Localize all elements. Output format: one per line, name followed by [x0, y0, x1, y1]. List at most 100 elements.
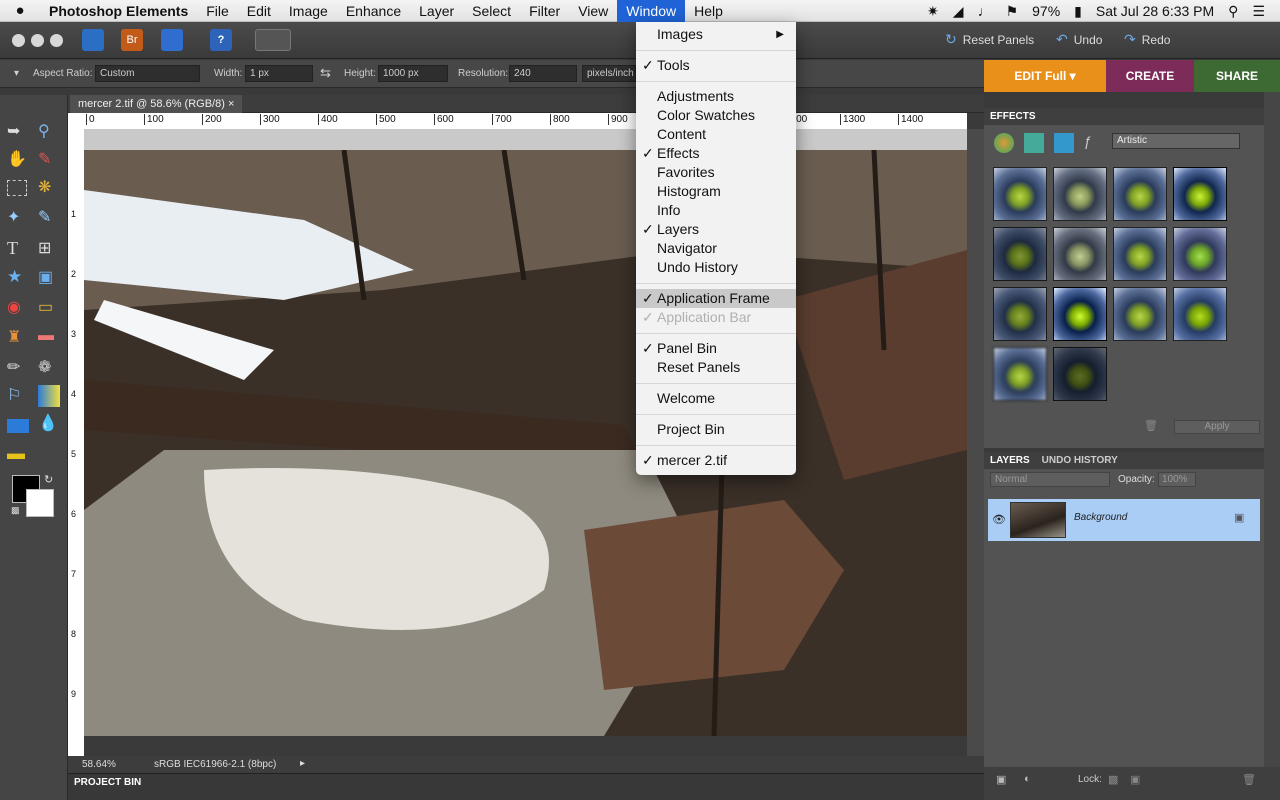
zoom-window-button[interactable] — [50, 34, 63, 47]
new-file-icon[interactable] — [82, 29, 104, 51]
help-icon[interactable]: ? — [210, 29, 232, 51]
zoom-readout[interactable]: 58.64% — [82, 759, 116, 770]
shape-tool-icon[interactable] — [7, 419, 29, 433]
effect-thumbnail[interactable] — [1113, 227, 1167, 281]
tab-share[interactable]: SHARE — [1194, 60, 1280, 92]
height-field[interactable]: 1000 px — [378, 65, 448, 82]
volume-icon[interactable]: ♩ — [971, 3, 999, 19]
effect-thumbnail[interactable] — [993, 227, 1047, 281]
menu-item-images[interactable]: Images ▶ — [636, 25, 796, 44]
gradient-tool-icon[interactable] — [38, 385, 60, 407]
redo-button[interactable]: ↷ Redo — [1124, 31, 1170, 48]
recompose-tool-icon[interactable]: ▣ — [38, 267, 60, 289]
lock-all-icon[interactable]: ▣ — [1130, 773, 1140, 786]
close-window-button[interactable] — [12, 34, 25, 47]
menu-list-icon[interactable]: ☰ — [1245, 3, 1272, 20]
opacity-field[interactable]: 100% — [1158, 472, 1196, 487]
menu-help[interactable]: Help — [685, 0, 732, 22]
zoom-tool-icon[interactable]: ⚲ — [38, 121, 60, 143]
menu-item-project-bin[interactable]: Project Bin — [636, 420, 796, 439]
effect-thumbnail[interactable] — [1053, 347, 1107, 401]
visibility-eye-icon[interactable]: 👁 — [992, 513, 1006, 526]
effect-thumbnail[interactable] — [1053, 167, 1107, 221]
ruler-top[interactable]: 0100200300400500600700800900100011001200… — [68, 113, 967, 129]
resolution-field[interactable]: 240 — [509, 65, 577, 82]
minimize-window-button[interactable] — [31, 34, 44, 47]
menu-item-info[interactable]: Info — [636, 201, 796, 220]
marquee-tool-icon[interactable] — [7, 180, 27, 196]
resolution-unit-select[interactable]: pixels/inch — [582, 65, 636, 82]
tab-layers[interactable]: LAYERS — [990, 452, 1030, 469]
delete-effect-icon[interactable]: 🗑 — [1144, 419, 1158, 432]
eraser-tool-icon[interactable]: ▬ — [38, 327, 60, 349]
brush-tool-icon[interactable]: ✏ — [7, 357, 29, 379]
effect-thumbnail[interactable] — [993, 287, 1047, 341]
menu-item-welcome[interactable]: Welcome — [636, 389, 796, 408]
ruler-left[interactable]: 1 2 3 4 5 6 7 8 9 — [68, 129, 84, 756]
menu-item-effects[interactable]: ✓ Effects — [636, 144, 796, 163]
crop-tool-icon[interactable]: ⊞ — [38, 238, 60, 260]
battery-icon[interactable]: ▮ — [1067, 3, 1089, 20]
new-layer-icon[interactable]: ▣ — [996, 773, 1006, 786]
width-field[interactable]: 1 px — [245, 65, 313, 82]
effect-thumbnail[interactable] — [1113, 167, 1167, 221]
apply-button[interactable]: Apply — [1174, 420, 1260, 434]
reset-panels-button[interactable]: ↻ Reset Panels — [945, 31, 1034, 48]
menu-image[interactable]: Image — [280, 0, 337, 22]
effect-thumbnail[interactable] — [993, 167, 1047, 221]
effects-category-select[interactable]: Artistic — [1112, 133, 1240, 149]
project-bin[interactable]: PROJECT BIN — [68, 773, 984, 800]
document-image[interactable] — [84, 150, 967, 736]
wifi-icon[interactable]: ◢ — [946, 3, 971, 20]
cookie-cutter-tool-icon[interactable]: ★ — [7, 267, 29, 289]
panel-bin-scrollbar[interactable] — [1264, 92, 1280, 767]
effect-thumbnail[interactable] — [1173, 227, 1227, 281]
menu-item-undo-history[interactable]: Undo History — [636, 258, 796, 277]
swap-colors-icon[interactable]: ↻ — [44, 473, 53, 486]
save-icon[interactable] — [161, 29, 183, 51]
close-tab-icon[interactable]: × — [228, 98, 234, 110]
apple-icon[interactable]: ● — [0, 2, 40, 19]
menu-enhance[interactable]: Enhance — [337, 0, 410, 22]
menu-item-content[interactable]: Content — [636, 125, 796, 144]
tab-edit-full[interactable]: EDIT Full ▾ — [984, 60, 1106, 92]
background-color-swatch[interactable] — [26, 489, 54, 517]
menu-item-navigator[interactable]: Navigator — [636, 239, 796, 258]
menu-item-adjustments[interactable]: Adjustments — [636, 87, 796, 106]
sponge-tool-icon[interactable]: ▬ — [7, 443, 29, 465]
filters-icon[interactable] — [994, 133, 1014, 153]
menu-item-color-swatches[interactable]: Color Swatches — [636, 106, 796, 125]
effect-thumbnail[interactable] — [1113, 287, 1167, 341]
healing-brush-tool-icon[interactable]: ▭ — [38, 297, 60, 319]
menu-edit[interactable]: Edit — [238, 0, 280, 22]
menu-item-mercer-2-tif[interactable]: ✓ mercer 2.tif — [636, 451, 796, 470]
vertical-scrollbar[interactable] — [967, 129, 984, 756]
layer-styles-icon[interactable] — [1024, 133, 1044, 153]
menu-item-histogram[interactable]: Histogram — [636, 182, 796, 201]
effect-thumbnail[interactable] — [1173, 167, 1227, 221]
lasso-tool-icon[interactable]: ❋ — [38, 177, 60, 199]
magic-wand-tool-icon[interactable]: ✦ — [7, 207, 29, 229]
app-menu[interactable]: Photoshop Elements — [40, 0, 197, 22]
photo-effects-icon[interactable] — [1054, 133, 1074, 153]
arrange-icon[interactable] — [255, 29, 291, 51]
type-tool-icon[interactable]: T — [7, 238, 29, 260]
eyedropper-tool-icon[interactable]: ✎ — [38, 149, 60, 171]
show-all-icon[interactable]: ƒ — [1084, 133, 1104, 153]
aspect-ratio-select[interactable]: Custom — [95, 65, 200, 82]
effect-thumbnail[interactable] — [1173, 287, 1227, 341]
flag-icon[interactable]: ⚑ — [999, 3, 1026, 20]
smart-brush-tool-icon[interactable]: ❁ — [38, 357, 60, 379]
effect-thumbnail[interactable] — [993, 347, 1047, 401]
menu-item-reset-panels[interactable]: Reset Panels — [636, 358, 796, 377]
canvas-area[interactable] — [84, 129, 967, 736]
menu-item-application-frame[interactable]: ✓ Application Frame — [636, 289, 796, 308]
clock[interactable]: Sat Jul 28 6:33 PM — [1089, 3, 1221, 19]
bluetooth-icon[interactable]: ✷ — [920, 3, 946, 20]
menu-file[interactable]: File — [197, 0, 238, 22]
clone-stamp-tool-icon[interactable]: ♜ — [7, 327, 29, 349]
search-icon[interactable]: ⚲ — [1221, 3, 1245, 20]
layer-row-background[interactable]: 👁 Background ▣ — [988, 499, 1260, 541]
move-tool-icon[interactable]: ➥ — [7, 121, 29, 143]
delete-layer-icon[interactable]: 🗑 — [1242, 773, 1256, 786]
